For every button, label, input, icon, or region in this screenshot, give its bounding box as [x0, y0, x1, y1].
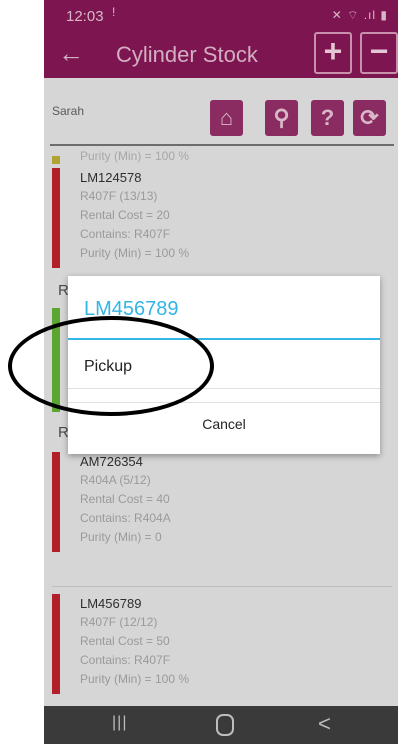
- card-rental: Rental Cost = 50: [80, 634, 170, 648]
- system-status-icons: ✕ ⌔ .ıl ▮: [331, 8, 388, 22]
- status-stripe: [52, 156, 60, 164]
- status-stripe: [52, 452, 60, 552]
- search-icon[interactable]: ⚲: [265, 100, 298, 136]
- system-navbar: ||| <: [44, 706, 398, 744]
- home-icon[interactable]: ⌂: [210, 100, 243, 136]
- cancel-button[interactable]: Cancel: [68, 416, 380, 432]
- card-contains: Contains: R407F: [80, 653, 171, 667]
- refresh-icon[interactable]: ⟳: [353, 100, 386, 136]
- card-rental: Rental Cost = 40: [80, 492, 170, 506]
- status-stripe: [52, 168, 60, 268]
- remove-button[interactable]: −: [360, 32, 398, 74]
- card-details: LM456789 R407F (12/12) Rental Cost = 50 …: [80, 594, 189, 689]
- divider: [52, 586, 392, 587]
- list-item[interactable]: LM124578 R407F (13/13) Rental Cost = 20 …: [52, 168, 392, 268]
- card-refrigerant: R404A (5/12): [80, 473, 151, 487]
- card-purity: Purity (Min) = 100 %: [80, 149, 190, 163]
- card-details: AM726354 R404A (5/12) Rental Cost = 40 C…: [80, 452, 171, 547]
- notification-icon: !: [112, 5, 116, 19]
- page-title: Cylinder Stock: [116, 42, 258, 67]
- list-item[interactable]: LM456789 R407F (12/12) Rental Cost = 50 …: [52, 594, 392, 694]
- card-details: LM124578 R407F (13/13) Rental Cost = 20 …: [80, 168, 189, 263]
- status-stripe: [52, 594, 60, 694]
- back-nav-icon[interactable]: <: [318, 711, 331, 737]
- recent-apps-icon[interactable]: |||: [112, 714, 127, 732]
- back-arrow-icon[interactable]: ←: [58, 38, 84, 69]
- card-code: AM726354: [80, 454, 143, 469]
- card-purity: Purity (Min) = 100 %: [80, 672, 190, 686]
- card-purity: Purity (Min) = 100 %: [80, 246, 190, 260]
- home-nav-icon[interactable]: [216, 714, 234, 736]
- highlight-annotation: [8, 316, 214, 416]
- user-name: Sarah: [52, 104, 85, 118]
- app-bar: ← Cylinder Stock + −: [44, 30, 398, 78]
- card-rental: Rental Cost = 20: [80, 208, 170, 222]
- status-time: 12:03: [66, 8, 104, 25]
- add-button[interactable]: +: [314, 32, 352, 74]
- card-purity: Purity (Min) = 0: [80, 530, 162, 544]
- help-icon[interactable]: ?: [311, 100, 344, 136]
- card-contains: Contains: R404A: [80, 511, 171, 525]
- card-contains: Contains: R407F: [80, 227, 171, 241]
- toolbar-divider: [50, 144, 394, 146]
- card-code: LM456789: [80, 596, 142, 611]
- card-refrigerant: R407F (12/12): [80, 615, 158, 629]
- card-refrigerant: R407F (13/13): [80, 189, 158, 203]
- list-item[interactable]: AM726354 R404A (5/12) Rental Cost = 40 C…: [52, 452, 392, 552]
- status-bar: 12:03 ! ✕ ⌔ .ıl ▮: [44, 0, 398, 30]
- card-code: LM124578: [80, 170, 142, 185]
